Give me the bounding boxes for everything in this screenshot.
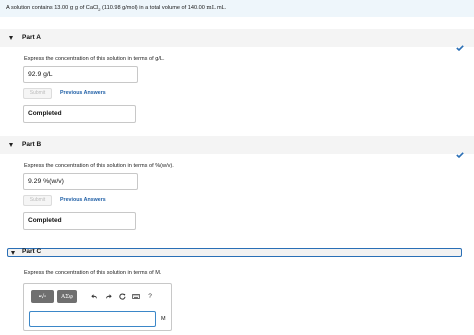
part-c-header[interactable]: Part C xyxy=(7,248,462,257)
help-button[interactable]: ? xyxy=(143,290,157,303)
checkmark-icon xyxy=(456,45,464,51)
part-b-submit-button[interactable]: Submit xyxy=(23,195,52,206)
part-b-title: Part B xyxy=(22,141,42,148)
problem-lead: A solution contains 13.00 xyxy=(6,5,70,11)
redo-icon[interactable] xyxy=(101,290,115,303)
part-c-answer-input[interactable] xyxy=(29,311,156,327)
collapse-caret-icon[interactable] xyxy=(11,251,15,255)
math-toolbar: ▪√▫ ΑΣφ ? xyxy=(31,290,157,303)
part-a-completed-status: Completed xyxy=(23,105,136,123)
part-b-previous-answers-link[interactable]: Previous Answers xyxy=(60,197,106,203)
part-b-prompt: Express the concentration of this soluti… xyxy=(24,163,174,169)
undo-icon[interactable] xyxy=(87,290,101,303)
templates-button[interactable]: ▪√▫ xyxy=(31,290,54,303)
symbols-button[interactable]: ΑΣφ xyxy=(57,290,77,303)
part-c-unit-label: M xyxy=(161,316,166,322)
part-b-header[interactable]: Part B xyxy=(0,136,474,158)
part-a-prompt: Express the concentration of this soluti… xyxy=(24,56,165,62)
problem-tail: (110.98 g/mol) in a total volume of 140.… xyxy=(100,5,207,11)
keyboard-icon[interactable] xyxy=(129,290,143,303)
part-a-title: Part A xyxy=(22,34,41,41)
part-c-prompt: Express the concentration of this soluti… xyxy=(24,270,162,276)
part-b-answer-field[interactable]: 9.29 %(w/v) xyxy=(23,173,138,190)
part-b-completed-status: Completed xyxy=(23,212,136,230)
reset-icon[interactable] xyxy=(115,290,129,303)
part-a-previous-answers-link[interactable]: Previous Answers xyxy=(60,90,106,96)
collapse-caret-icon[interactable] xyxy=(9,143,13,147)
collapse-caret-icon[interactable] xyxy=(9,36,13,40)
problem-statement: A solution contains 13.00 g g of CaCl2 (… xyxy=(0,0,474,17)
part-a-header[interactable]: Part A xyxy=(0,29,474,51)
part-a-answer-field[interactable]: 92.9 g/L xyxy=(23,66,138,83)
problem-mid: g of CaCl xyxy=(73,5,99,11)
problem-end: mL. xyxy=(215,5,227,11)
checkmark-icon xyxy=(456,152,464,158)
part-a-submit-button[interactable]: Submit xyxy=(23,88,52,99)
part-c-title: Part C xyxy=(22,248,42,255)
math-answer-editor: ▪√▫ ΑΣφ ? M xyxy=(23,283,172,331)
